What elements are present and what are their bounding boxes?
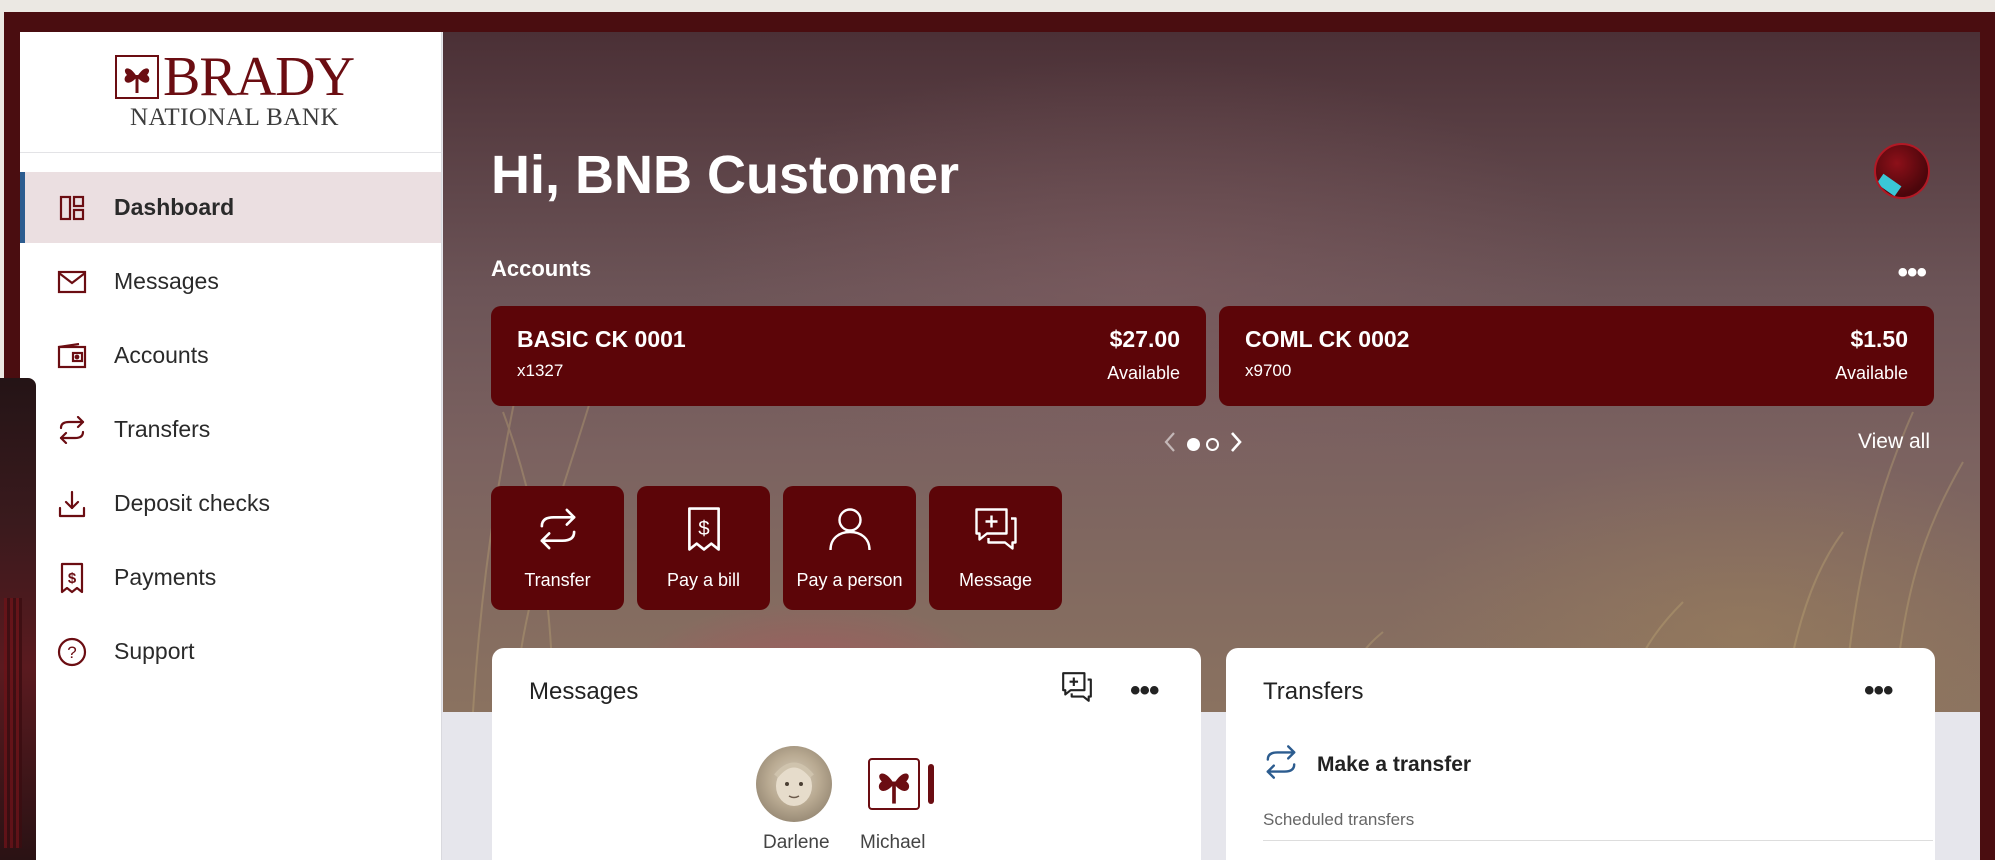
envelope-icon — [56, 266, 88, 298]
chevron-left-icon[interactable] — [1163, 430, 1177, 459]
pager-dot[interactable] — [1206, 438, 1219, 451]
quick-action-label: Pay a bill — [666, 570, 741, 590]
sidebar-item-label: Support — [114, 638, 195, 664]
quick-action-label: Pay a person — [796, 570, 903, 590]
view-all-link[interactable]: View all — [1858, 430, 1930, 454]
sidebar-item-support[interactable]: ? Support — [20, 616, 441, 687]
logo-text-brady: BRADY — [162, 46, 355, 108]
wallet-icon — [56, 340, 88, 372]
bank-logo-mark-icon — [868, 758, 920, 810]
transfers-more-icon[interactable]: ••• — [1864, 676, 1893, 706]
quick-action-message[interactable]: Message — [929, 486, 1062, 610]
download-icon — [56, 488, 88, 520]
question-circle-icon: ? — [56, 636, 88, 668]
account-number: x9700 — [1245, 361, 1292, 380]
contact-name: Michael — [860, 832, 926, 853]
svg-text:?: ? — [67, 643, 76, 662]
account-balance-label: Available — [1107, 363, 1180, 383]
sidebar-item-transfers[interactable]: Transfers — [20, 394, 441, 465]
make-transfer-link[interactable]: Make a transfer — [1263, 744, 1471, 785]
divider — [1263, 840, 1933, 841]
sidebar-item-label: Dashboard — [114, 194, 235, 220]
profile-avatar[interactable] — [1874, 143, 1930, 199]
banking-app: BRADY NATIONAL BANK Dashboard Messages A… — [20, 32, 1980, 860]
sidebar-item-deposit-checks[interactable]: Deposit checks — [20, 468, 441, 539]
background-window-edge — [0, 378, 36, 860]
account-balance: $27.00 — [1109, 326, 1180, 352]
pager-dot-active[interactable] — [1187, 438, 1200, 451]
sidebar-item-label: Deposit checks — [114, 490, 270, 516]
sidebar-item-dashboard[interactable]: Dashboard — [20, 172, 441, 243]
avatar-michael[interactable] — [856, 746, 934, 822]
transfer-arrows-icon — [1263, 744, 1299, 785]
transfer-arrows-icon — [536, 504, 580, 554]
chevron-right-icon[interactable] — [1229, 430, 1243, 459]
account-name: BASIC CK 0001 — [517, 326, 686, 352]
chat-plus-icon — [972, 504, 1020, 554]
account-name: COML CK 0002 — [1245, 326, 1410, 352]
quick-action-label: Transfer — [524, 570, 591, 590]
receipt-dollar-icon: $ — [685, 504, 723, 554]
sidebar-nav: Dashboard Messages Accounts Transfers De… — [20, 153, 441, 687]
avatar-darlene[interactable] — [756, 746, 832, 822]
sidebar-item-accounts[interactable]: Accounts — [20, 320, 441, 391]
sidebar: BRADY NATIONAL BANK Dashboard Messages A… — [20, 32, 442, 860]
account-balance-label: Available — [1835, 363, 1908, 383]
accounts-heading: Accounts — [491, 256, 592, 281]
accounts-more-icon[interactable]: ••• — [1897, 258, 1926, 288]
contact-name: Darlene — [763, 832, 830, 853]
person-icon — [826, 504, 874, 554]
sidebar-item-label: Payments — [114, 564, 217, 590]
svg-text:$: $ — [68, 570, 77, 587]
hero-banner: Hi, BNB Customer Accounts ••• BASIC CK 0… — [443, 32, 1980, 712]
messages-card-title: Messages — [529, 678, 639, 705]
dashboard-icon — [56, 192, 88, 224]
svg-text:$: $ — [698, 517, 710, 540]
transfers-card-title: Transfers — [1263, 678, 1364, 705]
make-transfer-label: Make a transfer — [1317, 752, 1472, 776]
greeting-heading: Hi, BNB Customer — [491, 145, 960, 205]
baby-photo-icon — [774, 762, 814, 806]
quick-action-transfer[interactable]: Transfer — [491, 486, 624, 610]
accounts-pager — [1163, 430, 1243, 459]
transfer-arrows-icon — [56, 414, 88, 446]
sidebar-item-label: Transfers — [114, 416, 211, 442]
sidebar-item-messages[interactable]: Messages — [20, 246, 441, 317]
logo-text-national-bank: NATIONAL BANK — [129, 104, 340, 131]
bank-logo[interactable]: BRADY NATIONAL BANK — [20, 32, 441, 153]
sidebar-item-label: Messages — [114, 268, 219, 294]
quick-action-pay-person[interactable]: Pay a person — [783, 486, 916, 610]
sidebar-item-label: Accounts — [114, 342, 209, 368]
quick-action-pay-bill[interactable]: $ Pay a bill — [637, 486, 770, 610]
quick-action-label: Message — [958, 570, 1033, 590]
account-balance: $1.50 — [1850, 326, 1908, 352]
bank-logo-mark-icon — [114, 55, 159, 99]
new-message-icon[interactable] — [1060, 670, 1094, 709]
scheduled-transfers-label: Scheduled transfers — [1263, 810, 1415, 829]
messages-card: Messages ••• — [492, 648, 1201, 860]
account-card-coml[interactable]: COML CK 0002 x9700 $1.50 Available — [1219, 306, 1934, 406]
receipt-dollar-icon: $ — [56, 562, 88, 594]
account-card-basic[interactable]: BASIC CK 0001 x1327 $27.00 Available — [491, 306, 1206, 406]
sidebar-item-payments[interactable]: $ Payments — [20, 542, 441, 613]
messages-more-icon[interactable]: ••• — [1130, 676, 1159, 706]
account-number: x1327 — [517, 361, 564, 380]
